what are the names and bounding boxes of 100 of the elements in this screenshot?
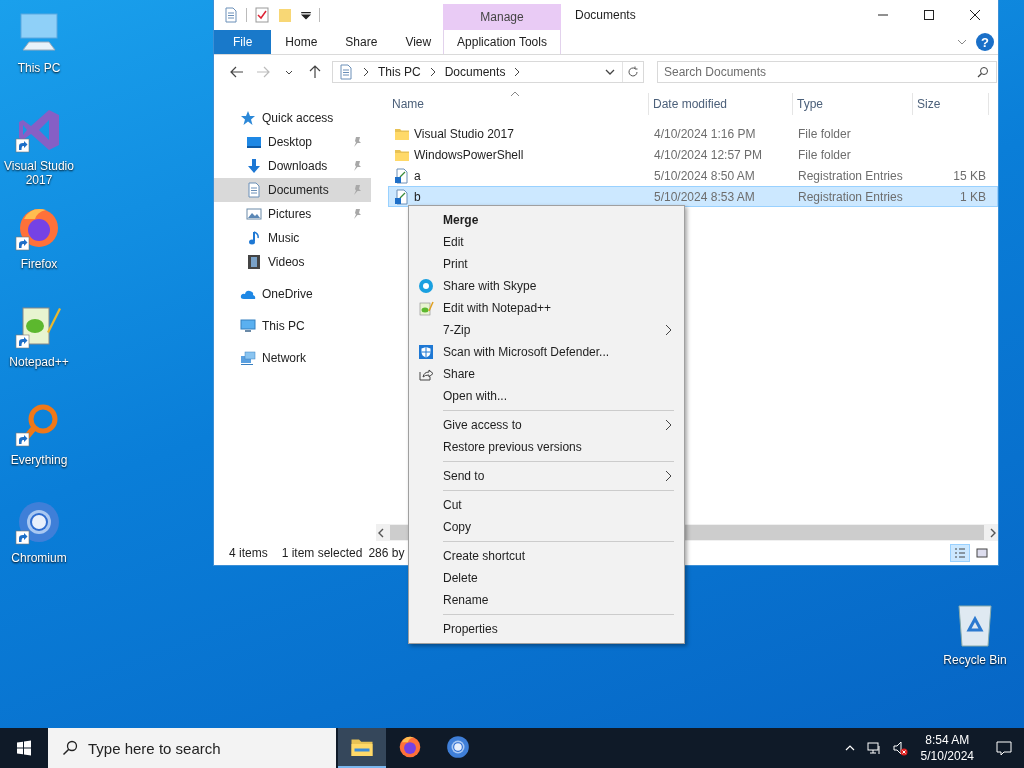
- table-cell-text: File folder: [797, 125, 852, 143]
- menu-item[interactable]: Share: [409, 363, 684, 385]
- table-cell-text: File folder: [797, 146, 852, 164]
- taskbar-app-button[interactable]: [338, 728, 386, 768]
- star-icon: [240, 110, 256, 126]
- document-icon: [338, 64, 354, 80]
- document-icon[interactable]: [223, 7, 239, 23]
- desktop-icon-label: This PC: [16, 61, 62, 75]
- list-view-icon: [954, 547, 966, 559]
- menu-item[interactable]: 7-Zip: [409, 319, 684, 341]
- registry-file-icon: [394, 167, 410, 184]
- file-row[interactable]: Visual Studio 2017 4/10/2024 1:16 PM File folder: [388, 123, 998, 144]
- table-cell-text: 4/10/2024 12:57 PM: [653, 146, 764, 164]
- refresh-icon[interactable]: [627, 66, 639, 78]
- taskbar-search-field[interactable]: Type here to search: [48, 728, 336, 768]
- network-icon: [240, 350, 256, 366]
- menu-item[interactable]: Rename: [409, 589, 684, 611]
- nav-item[interactable]: Quick access: [214, 106, 371, 130]
- clock[interactable]: 8:54 AM 5/10/2024: [920, 732, 974, 764]
- menu-item[interactable]: Merge: [409, 209, 684, 231]
- table-cell: Visual Studio 2017: [389, 124, 650, 143]
- search-icon[interactable]: [62, 740, 78, 756]
- table-cell-text: 1 KB: [959, 188, 987, 206]
- menu-item[interactable]: Delete: [409, 567, 684, 589]
- breadcrumb[interactable]: This PC: [378, 65, 421, 79]
- desktop-icon-label: Notepad++: [8, 355, 70, 369]
- menu-item[interactable]: Open with...: [409, 385, 684, 407]
- table-cell-text: Registration Entries: [797, 188, 904, 206]
- selection-status: 1 item selected: [281, 546, 363, 560]
- nav-item[interactable]: Videos: [214, 250, 371, 274]
- table-cell-text: Registration Entries: [797, 167, 904, 185]
- search-field[interactable]: Search Documents: [657, 61, 997, 83]
- maximize-icon: [923, 9, 935, 21]
- monitor-icon: [246, 134, 262, 150]
- column-header[interactable]: Date modified: [649, 93, 793, 115]
- network-icon[interactable]: [865, 740, 882, 756]
- search-icon[interactable]: [977, 66, 989, 78]
- close-icon: [969, 9, 981, 21]
- help-button[interactable]: ?: [976, 33, 994, 51]
- menu-item[interactable]: Restore previous versions: [409, 436, 684, 458]
- flame-globe-icon: [397, 734, 423, 760]
- breadcrumb[interactable]: Documents: [444, 65, 506, 79]
- column-header[interactable]: Name: [388, 93, 649, 115]
- table-cell-text: 15 KB: [952, 167, 987, 185]
- file-row[interactable]: WindowsPowerShell 4/10/2024 12:57 PM File folder: [388, 144, 998, 165]
- nav-item[interactable]: Documents: [214, 178, 371, 202]
- menu-item[interactable]: Give access to: [409, 414, 684, 436]
- table-cell: a: [389, 166, 650, 185]
- menu-item[interactable]: Scan with Microsoft Defender...: [409, 341, 684, 363]
- selection-size: 286 by: [368, 546, 405, 560]
- table-cell: b: [389, 187, 650, 206]
- desktop-icon-label: Visual Studio 2017: [3, 159, 75, 187]
- desktop-icon-label: Chromium: [10, 551, 68, 565]
- nav-item[interactable]: Desktop: [214, 130, 371, 154]
- registry-file-icon: [394, 188, 410, 205]
- shield-icon: [418, 344, 434, 360]
- menu-item[interactable]: Print: [409, 253, 684, 275]
- nav-item[interactable]: OneDrive: [214, 282, 371, 306]
- download-icon: [246, 158, 262, 174]
- item-count: 4 items: [229, 546, 268, 560]
- file-row[interactable]: a 5/10/2024 8:50 AM Registration Entries 15 KB: [388, 165, 998, 186]
- column-header[interactable]: Size: [913, 93, 989, 115]
- ribbon-tab[interactable]: Share: [331, 30, 392, 54]
- forward-arrow-icon: [255, 64, 271, 80]
- column-header[interactable]: Type: [793, 93, 913, 115]
- ribbon-tab[interactable]: View: [391, 30, 446, 54]
- share-icon: [418, 366, 434, 382]
- table-cell-text: 5/10/2024 8:50 AM: [653, 167, 756, 185]
- menu-item[interactable]: Copy: [409, 516, 684, 538]
- muted-speaker-icon[interactable]: [891, 740, 908, 756]
- nav-item[interactable]: Music: [214, 226, 371, 250]
- menu-item[interactable]: Share with Skype: [409, 275, 684, 297]
- nav-item[interactable]: This PC: [214, 314, 371, 338]
- windows-logo-icon: [16, 740, 32, 756]
- circle-logo-icon: [418, 278, 434, 294]
- nav-item[interactable]: Pictures: [214, 202, 371, 226]
- nav-item[interactable]: Network: [214, 346, 371, 370]
- desktop-icon-label: Recycle Bin: [942, 653, 1008, 667]
- nav-item[interactable]: Downloads: [214, 154, 371, 178]
- up-arrow-icon: [307, 64, 323, 80]
- checklist-icon[interactable]: [254, 7, 270, 23]
- notepad-icon: [418, 300, 434, 316]
- menu-item[interactable]: Create shortcut: [409, 545, 684, 567]
- ribbon-tab[interactable]: Application Tools: [443, 30, 561, 54]
- sort-caret-icon: [510, 90, 520, 97]
- dropdown-icon[interactable]: [300, 9, 312, 21]
- menu-item[interactable]: Cut: [409, 494, 684, 516]
- ribbon-tab[interactable]: File: [214, 30, 272, 54]
- notification-icon[interactable]: [996, 740, 1012, 756]
- table-cell-text: 4/10/2024 1:16 PM: [653, 125, 757, 143]
- table-cell-text: 5/10/2024 8:53 AM: [653, 188, 756, 206]
- ribbon-tab[interactable]: Home: [271, 30, 332, 54]
- desktop-icon-label: Firefox: [19, 257, 59, 271]
- menu-item[interactable]: Send to: [409, 465, 684, 487]
- menu-item[interactable]: Edit with Notepad++: [409, 297, 684, 319]
- circle-logo-icon: [445, 734, 471, 760]
- menu-item[interactable]: Edit: [409, 231, 684, 253]
- file-row[interactable]: b 5/10/2024 8:53 AM Registration Entries 1 KB: [388, 186, 998, 207]
- address-bar[interactable]: This PC Documents: [332, 61, 644, 83]
- menu-item[interactable]: Properties: [409, 618, 684, 640]
